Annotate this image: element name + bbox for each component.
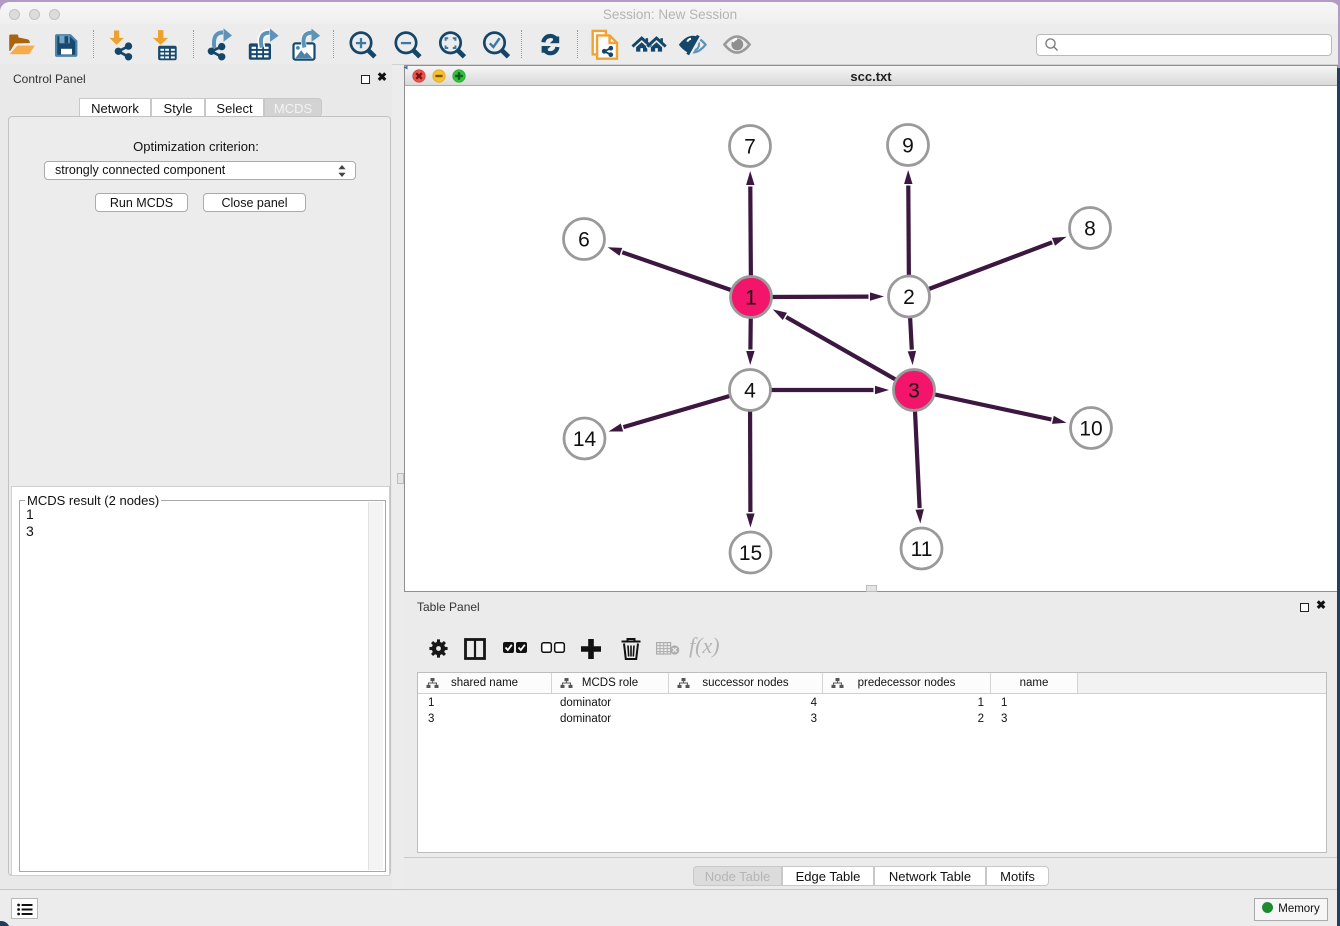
svg-text:1: 1 <box>745 287 757 310</box>
svg-text:14: 14 <box>573 428 597 451</box>
svg-text:9: 9 <box>902 135 914 158</box>
svg-text:8: 8 <box>1084 218 1096 241</box>
svg-text:3: 3 <box>908 380 920 403</box>
svg-text:15: 15 <box>739 542 762 565</box>
svg-text:10: 10 <box>1079 418 1102 441</box>
svg-text:11: 11 <box>911 538 933 561</box>
svg-text:7: 7 <box>744 136 756 159</box>
svg-text:2: 2 <box>903 286 915 309</box>
svg-text:4: 4 <box>744 380 756 403</box>
svg-text:6: 6 <box>578 229 590 252</box>
